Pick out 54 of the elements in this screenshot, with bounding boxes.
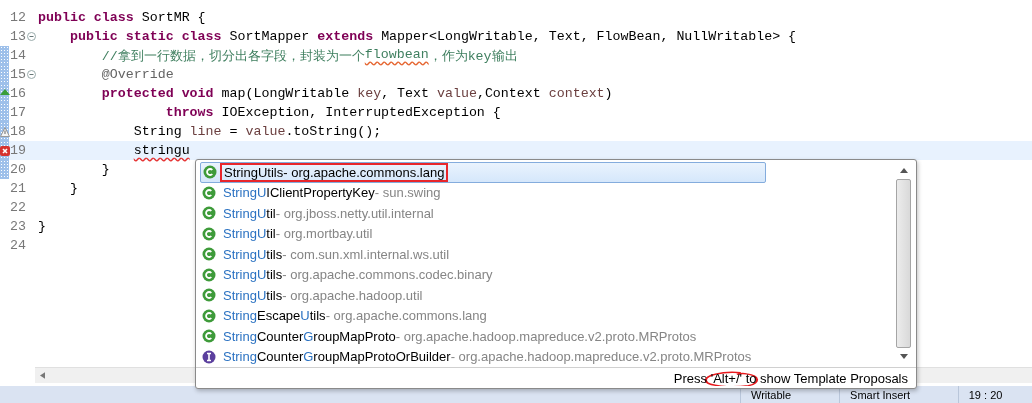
line-number: 12 — [10, 10, 27, 25]
line-number: 16 — [10, 86, 27, 101]
line-number: 18 — [10, 124, 27, 139]
misspelled-word: flowbean — [364, 46, 429, 64]
line-number: 17 — [10, 105, 27, 120]
line-number: 22 — [10, 200, 27, 215]
keyword: extends — [317, 29, 375, 44]
proposal-label: StringCounterGroupMapProto- org.apache.hadoop.mapreduce.v2.proto.MRProtos — [222, 327, 698, 346]
code-text: } — [68, 181, 78, 196]
line-number: 24 — [10, 238, 27, 253]
proposal-label: StringUtils- org.apache.commons.lang — [220, 162, 449, 182]
line-number: 15 — [10, 67, 27, 82]
variable-name: key — [357, 86, 382, 101]
line-number: 14 — [10, 48, 27, 63]
error-word: stringu — [133, 143, 190, 158]
code-text: map(LongWritable — [221, 86, 351, 101]
code-text: ,Context — [476, 86, 542, 101]
line-number: 21 — [10, 181, 27, 196]
line-number: 13 — [10, 29, 27, 44]
proposal-label: StringUtils- org.apache.hadoop.util — [222, 286, 424, 305]
code-text: = — [228, 124, 239, 139]
proposal-label: StringEscapeUtils- org.apache.commons.lang — [222, 307, 488, 326]
keyword: protected void — [100, 86, 215, 101]
code-text: SortMR { — [141, 10, 206, 25]
line-number: 20 — [10, 162, 27, 177]
variable-name: line — [189, 124, 222, 139]
annotation: @Override — [100, 67, 174, 82]
proposal-label: StringUtils- org.apache.commons.codec.binary — [222, 266, 494, 285]
code-text: ) — [604, 86, 613, 101]
variable-name: context — [548, 86, 605, 101]
variable-name: value — [437, 86, 477, 101]
variable-name: value — [245, 124, 286, 139]
code-text: Mapper<LongWritable, Text, FlowBean, NullWritable> { — [381, 29, 797, 44]
proposal-label: StringUIClientPropertyKey- sun.swing — [222, 184, 442, 203]
proposal-label: StringUtil- org.mortbay.util — [222, 225, 374, 244]
status-field: 19 : 20 — [957, 386, 1032, 403]
code-text: , Text — [381, 86, 431, 101]
code-text: IOException, InterruptedException { — [221, 105, 501, 120]
code-text: } — [100, 162, 110, 177]
code-text: .toString(); — [285, 124, 382, 139]
code-comment: //拿到一行数据，切分出各字段，封装为一个 — [100, 47, 365, 65]
proposal-label: StringUtils- com.sun.xml.internal.ws.util — [222, 245, 451, 264]
proposal-label: StringUtil- org.jboss.netty.util.internal — [222, 204, 435, 223]
proposal-label: StringCounterGroupMapProtoOrBuilder- org.apache.hadoop.mapreduce.v2.proto.MRProtos — [222, 348, 753, 367]
hint-text: Press 'Alt+/' to show Template Proposals — [673, 370, 908, 386]
line-number: 23 — [10, 219, 27, 234]
keyword: public static class — [68, 29, 223, 44]
code-comment: ，作为key输出 — [428, 47, 518, 65]
keyword: public class — [38, 10, 135, 25]
code-text: } — [38, 219, 46, 234]
code-text: SortMapper — [229, 29, 311, 44]
line-number: 19 — [10, 143, 27, 158]
keyword: throws — [164, 105, 215, 120]
code-text: String — [132, 124, 183, 139]
